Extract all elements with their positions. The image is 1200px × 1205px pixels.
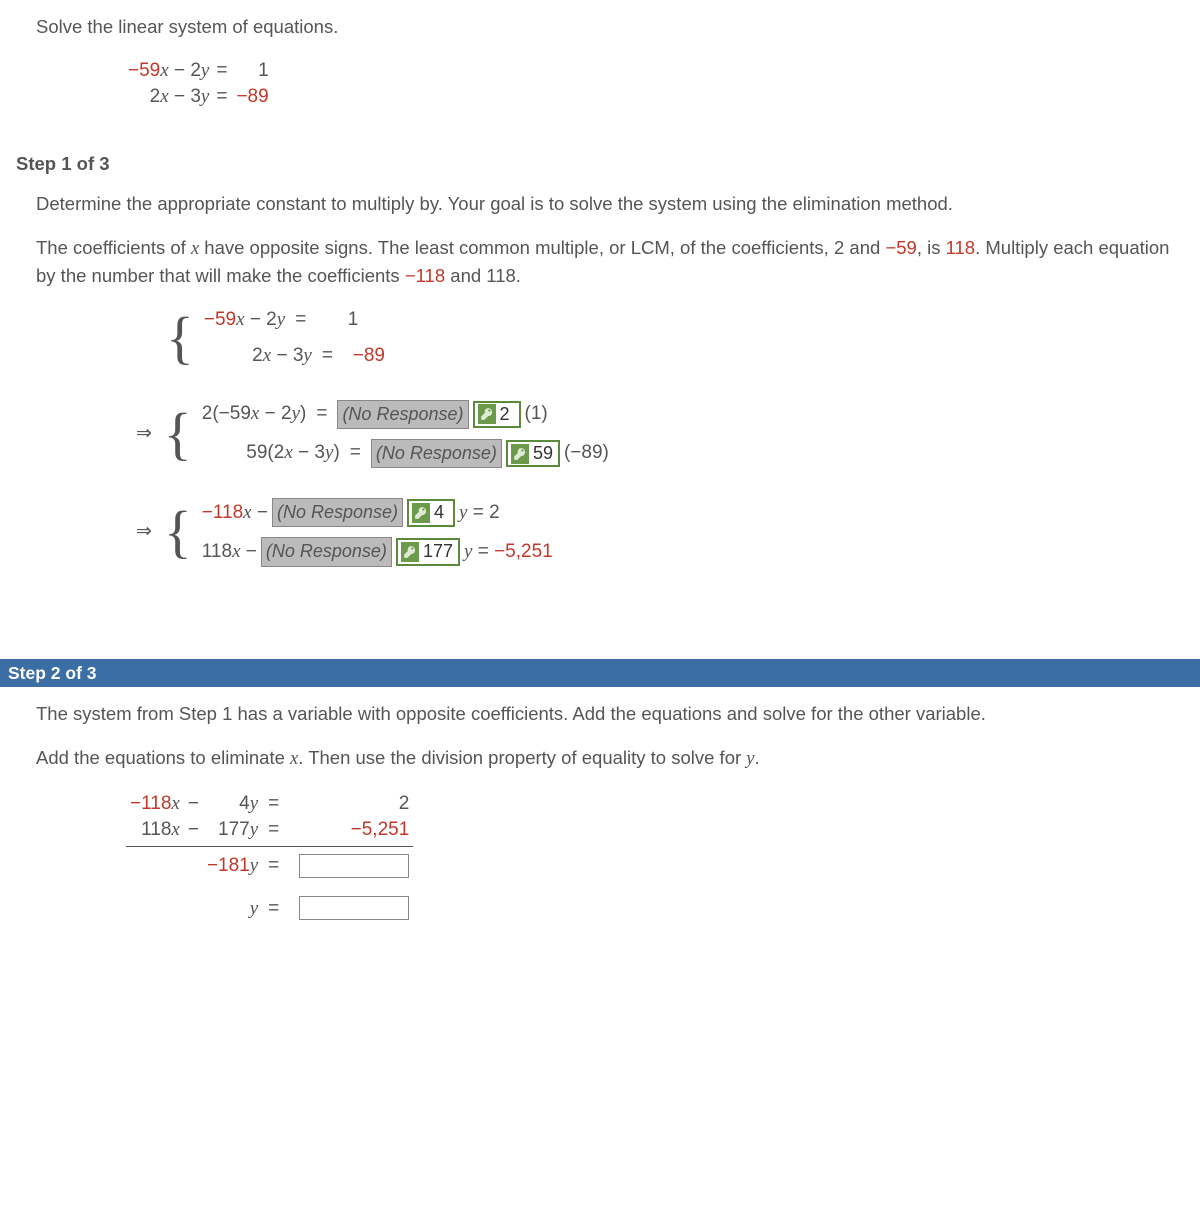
- no-response-box: (No Response): [272, 498, 403, 527]
- sum-row-1: −118x − 4y = 2: [126, 791, 413, 818]
- step1-system-brace-1: { −59x − 2y=1 2x − 3y=−89: [166, 307, 1180, 370]
- step1-header: Step 1 of 3: [16, 151, 1180, 177]
- brace-icon: {: [164, 408, 192, 460]
- key-icon: [478, 404, 496, 424]
- no-response-box: (No Response): [371, 439, 502, 468]
- problem-statement: Solve the linear system of equations. −5…: [36, 14, 1180, 111]
- implies-icon: ⇒: [136, 421, 152, 448]
- sum-181y-input[interactable]: [299, 854, 409, 878]
- sum-row-2: 118x − 177y = −5,251: [126, 817, 413, 846]
- step1-multiply-brace: ⇒ { 2(−59x − 2y) = (No Response) 2 (1) 5…: [136, 400, 1180, 468]
- step1-p1: Determine the appropriate constant to mu…: [36, 191, 1180, 217]
- step1-p2: The coefficients of x have opposite sign…: [36, 235, 1180, 289]
- no-response-box: (No Response): [261, 537, 392, 566]
- key-icon: [511, 444, 529, 464]
- original-system: −59x − 2y = 1 2x − 3y = −89: [126, 58, 1180, 111]
- key-icon: [401, 542, 419, 562]
- answer-key-box[interactable]: 177: [396, 538, 460, 566]
- implies-icon: ⇒: [136, 519, 152, 546]
- answer-key-box[interactable]: 59: [506, 440, 560, 468]
- answer-key-box[interactable]: 4: [407, 499, 455, 527]
- step1-mult-row-2: 59(2x − 3y) = (No Response) 59 (−89): [200, 439, 611, 468]
- step1-result-row-1: −118x − (No Response) 4 y = 2: [200, 498, 555, 527]
- step2-sum-block: −118x − 4y = 2 118x − 177y = −5,251 −181…: [126, 791, 1180, 922]
- no-response-box: (No Response): [337, 400, 468, 429]
- brace-icon: {: [164, 506, 192, 558]
- sum-row-3: −181y =: [126, 847, 413, 880]
- key-icon: [412, 503, 430, 523]
- step1-result-row-2: 118x − (No Response) 177 y = −5,251: [200, 537, 555, 566]
- instruction-text: Solve the linear system of equations.: [36, 14, 1180, 40]
- step2-header-bar: Step 2 of 3: [0, 659, 1200, 688]
- brace-icon: {: [166, 312, 194, 364]
- answer-key-box[interactable]: 2: [473, 401, 521, 429]
- sum-row-4: y =: [126, 896, 413, 923]
- step1-mult-row-1: 2(−59x − 2y) = (No Response) 2 (1): [200, 400, 611, 429]
- y-solution-input[interactable]: [299, 896, 409, 920]
- step2-p1: The system from Step 1 has a variable wi…: [36, 701, 1180, 727]
- step2-p2: Add the equations to eliminate x. Then u…: [36, 745, 1180, 773]
- step1-result-brace: ⇒ { −118x − (No Response) 4 y = 2 118x −…: [136, 498, 1180, 566]
- step2-header: Step 2 of 3: [8, 661, 97, 686]
